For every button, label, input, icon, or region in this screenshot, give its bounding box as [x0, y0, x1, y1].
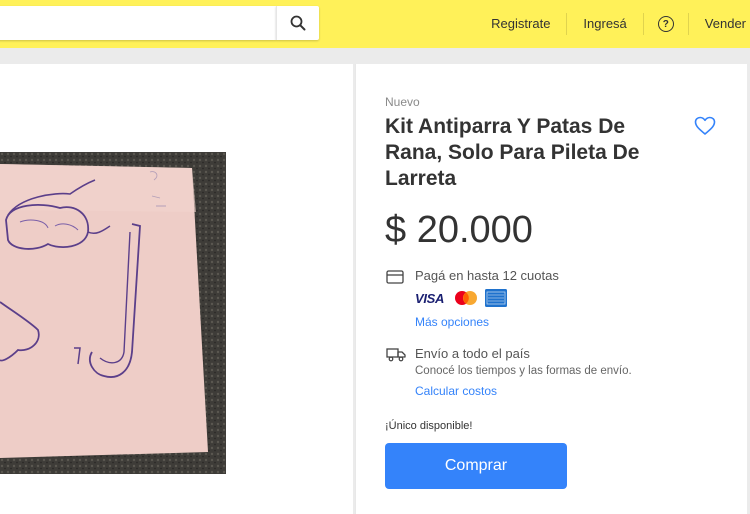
product-price: $ 20.000 — [385, 209, 533, 251]
stock-status: ¡Único disponible! — [385, 420, 473, 432]
shipping-title: Envío a todo el país — [415, 346, 530, 361]
more-payment-options-link[interactable]: Más opciones — [415, 315, 489, 329]
buy-button[interactable]: Comprar — [385, 443, 567, 489]
help-icon[interactable]: ? — [657, 16, 674, 32]
installments-text: Pagá en hasta 12 cuotas — [415, 268, 559, 283]
search-input[interactable] — [0, 6, 276, 40]
shipping-subtitle: Conocé los tiempos y las formas de envío… — [415, 365, 632, 377]
truck-icon — [386, 348, 406, 362]
search-icon — [290, 15, 306, 31]
calculate-shipping-link[interactable]: Calcular costos — [415, 384, 497, 398]
amex-logo — [485, 289, 507, 307]
visa-logo: VISA — [415, 290, 445, 306]
mastercard-logo — [455, 291, 477, 305]
login-link[interactable]: Ingresá — [567, 14, 642, 34]
payment-methods: VISA — [415, 289, 507, 307]
header-nav: Registrate Ingresá ? Vender — [475, 0, 750, 48]
condition-label: Nuevo — [385, 95, 420, 109]
register-link[interactable]: Registrate — [475, 14, 566, 34]
top-header: Registrate Ingresá ? Vender — [0, 0, 750, 48]
product-title: Kit Antiparra Y Patas De Rana, Solo Para… — [385, 115, 640, 190]
credit-card-icon — [386, 270, 404, 284]
product-photo[interactable] — [0, 152, 226, 474]
search-button[interactable] — [276, 6, 319, 40]
nav-divider — [642, 13, 644, 35]
sell-link[interactable]: Vender — [689, 14, 750, 34]
heart-icon[interactable] — [694, 116, 716, 136]
